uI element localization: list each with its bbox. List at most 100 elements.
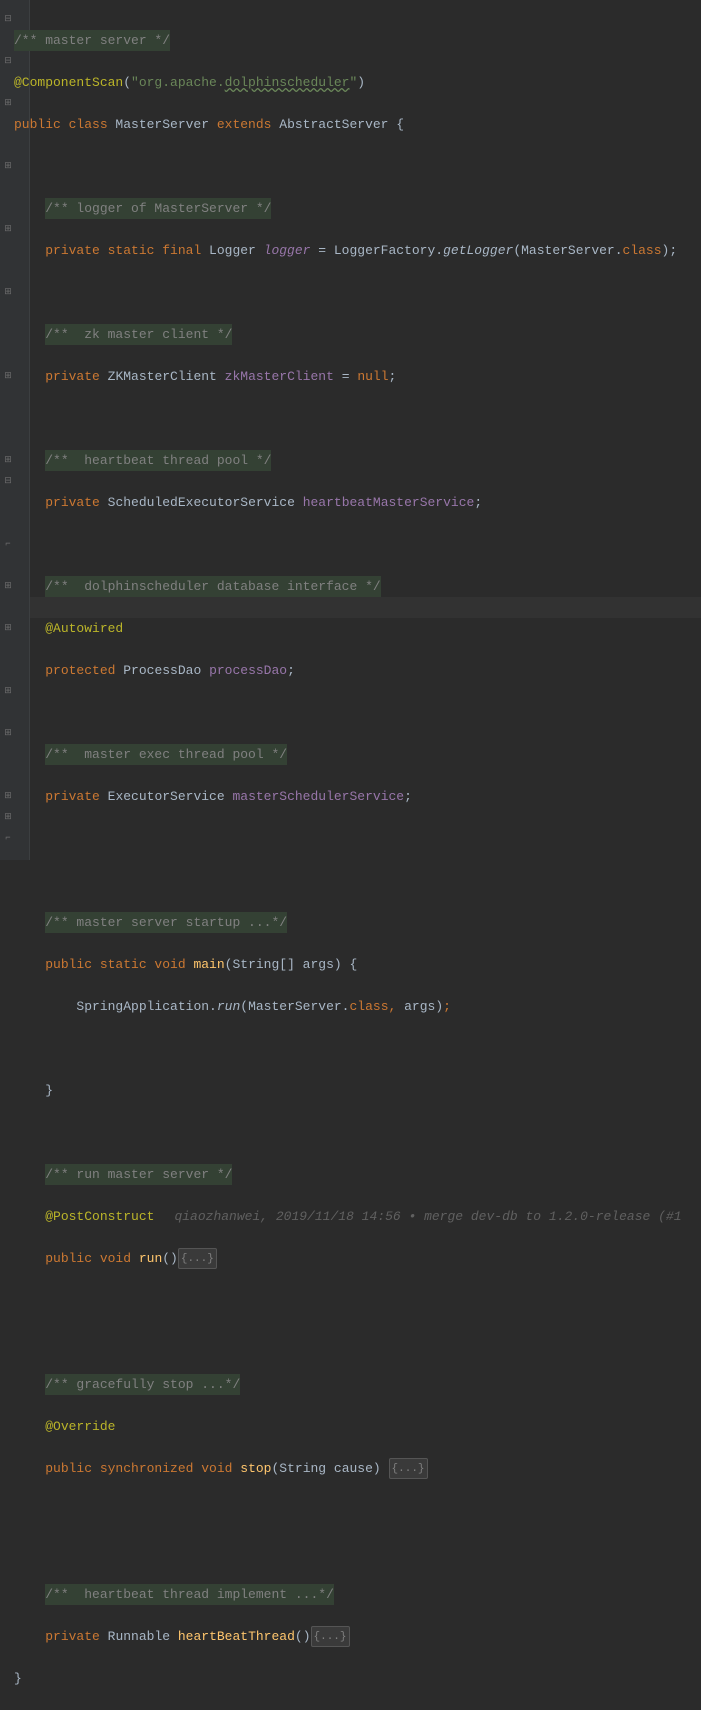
- string: "org.apache.: [131, 72, 225, 93]
- indent: [14, 576, 45, 597]
- git-blame-annotation: qiaozhanwei, 2019/11/18 14:56 • merge de…: [174, 1206, 681, 1227]
- fold-plus-icon[interactable]: ⊞: [3, 98, 13, 108]
- comment: /** heartbeat thread pool */: [45, 450, 271, 471]
- indent: [14, 1584, 45, 1605]
- keyword: protected: [45, 660, 123, 681]
- indent: [14, 660, 45, 681]
- type: ProcessDao: [123, 660, 209, 681]
- text: ;: [287, 660, 295, 681]
- annotation: @ComponentScan: [14, 72, 123, 93]
- fold-minus-icon[interactable]: ⊟: [3, 476, 13, 486]
- paren: (: [123, 72, 131, 93]
- type: ZKMasterClient: [108, 366, 225, 387]
- type: Logger: [209, 240, 264, 261]
- class-name: MasterServer: [115, 114, 216, 135]
- method: main: [193, 954, 224, 975]
- text: =: [342, 366, 358, 387]
- fold-plus-icon[interactable]: ⊞: [3, 581, 13, 591]
- indent: [14, 1374, 45, 1395]
- indent: [14, 198, 45, 219]
- text: (String cause): [271, 1458, 388, 1479]
- fold-plus-icon[interactable]: ⊞: [3, 623, 13, 633]
- indent: [14, 324, 45, 345]
- fold-plus-icon[interactable]: ⊞: [3, 287, 13, 297]
- text: (MasterServer.: [240, 996, 349, 1017]
- string-underlined: dolphinscheduler: [225, 72, 350, 93]
- comment: /** master server startup ...*/: [45, 912, 287, 933]
- comment: /** gracefully stop ...*/: [45, 1374, 240, 1395]
- fold-plus-icon[interactable]: ⊞: [3, 686, 13, 696]
- fold-minus-icon[interactable]: ⊟: [3, 56, 13, 66]
- field: processDao: [209, 660, 287, 681]
- indent: [14, 954, 45, 975]
- method: heartBeatThread: [178, 1626, 295, 1647]
- type: Runnable: [108, 1626, 178, 1647]
- field: heartbeatMasterService: [303, 492, 475, 513]
- field: zkMasterClient: [225, 366, 342, 387]
- annotation: @Autowired: [45, 618, 123, 639]
- indent: [14, 1416, 45, 1437]
- keyword: public void: [45, 1248, 139, 1269]
- text: ;: [443, 996, 451, 1017]
- keyword: class,: [349, 996, 404, 1017]
- indent: [14, 1248, 45, 1269]
- string: ": [349, 72, 357, 93]
- field: masterSchedulerService: [232, 786, 404, 807]
- indent: [14, 1080, 45, 1101]
- text: (MasterServer.: [513, 240, 622, 261]
- indent: [14, 1206, 45, 1227]
- fold-plus-icon[interactable]: ⊞: [3, 455, 13, 465]
- comment: /** zk master client */: [45, 324, 232, 345]
- folded-block[interactable]: {...}: [389, 1458, 428, 1479]
- text: SpringApplication.: [45, 996, 217, 1017]
- keyword: public class: [14, 114, 115, 135]
- fold-plus-icon[interactable]: ⊞: [3, 224, 13, 234]
- keyword: null: [357, 366, 388, 387]
- fold-plus-icon[interactable]: ⊞: [3, 161, 13, 171]
- text: = LoggerFactory.: [318, 240, 443, 261]
- fold-plus-icon[interactable]: ⊞: [3, 371, 13, 381]
- fold-minus-icon[interactable]: ⊟: [3, 14, 13, 24]
- indent: [14, 240, 45, 261]
- comment: /** master server */: [14, 30, 170, 51]
- keyword: private: [45, 786, 107, 807]
- fold-plus-icon[interactable]: ⊞: [3, 791, 13, 801]
- text: ;: [404, 786, 412, 807]
- fold-end-icon[interactable]: ⌐: [3, 833, 13, 843]
- indent: [14, 1458, 45, 1479]
- method: run: [217, 996, 240, 1017]
- text: (String[] args) {: [225, 954, 358, 975]
- indent: [14, 1164, 45, 1185]
- indent: [14, 366, 45, 387]
- folded-block[interactable]: {...}: [311, 1626, 350, 1647]
- class-name: AbstractServer {: [279, 114, 404, 135]
- paren: ): [357, 72, 365, 93]
- comment: /** master exec thread pool */: [45, 744, 287, 765]
- indent: [14, 786, 45, 807]
- keyword: private: [45, 1626, 107, 1647]
- type: ScheduledExecutorService: [108, 492, 303, 513]
- comment: /** dolphinscheduler database interface …: [45, 576, 380, 597]
- brace: }: [14, 1668, 22, 1689]
- type: ExecutorService: [108, 786, 233, 807]
- keyword: class: [623, 240, 662, 261]
- fold-plus-icon[interactable]: ⊞: [3, 728, 13, 738]
- text: ): [435, 996, 443, 1017]
- fold-plus-icon[interactable]: ⊞: [3, 812, 13, 822]
- folded-block[interactable]: {...}: [178, 1248, 217, 1269]
- annotation: @Override: [45, 1416, 115, 1437]
- keyword: private: [45, 366, 107, 387]
- comment: /** run master server */: [45, 1164, 232, 1185]
- text: (): [295, 1626, 311, 1647]
- indent: [14, 996, 45, 1017]
- keyword: public static void: [45, 954, 193, 975]
- indent: [14, 450, 45, 471]
- indent: [14, 492, 45, 513]
- text: (): [162, 1248, 178, 1269]
- brace: }: [45, 1080, 53, 1101]
- comment: /** heartbeat thread implement ...*/: [45, 1584, 334, 1605]
- fold-end-icon[interactable]: ⌐: [3, 539, 13, 549]
- text: ;: [474, 492, 482, 513]
- indent: [14, 912, 45, 933]
- text: );: [662, 240, 678, 261]
